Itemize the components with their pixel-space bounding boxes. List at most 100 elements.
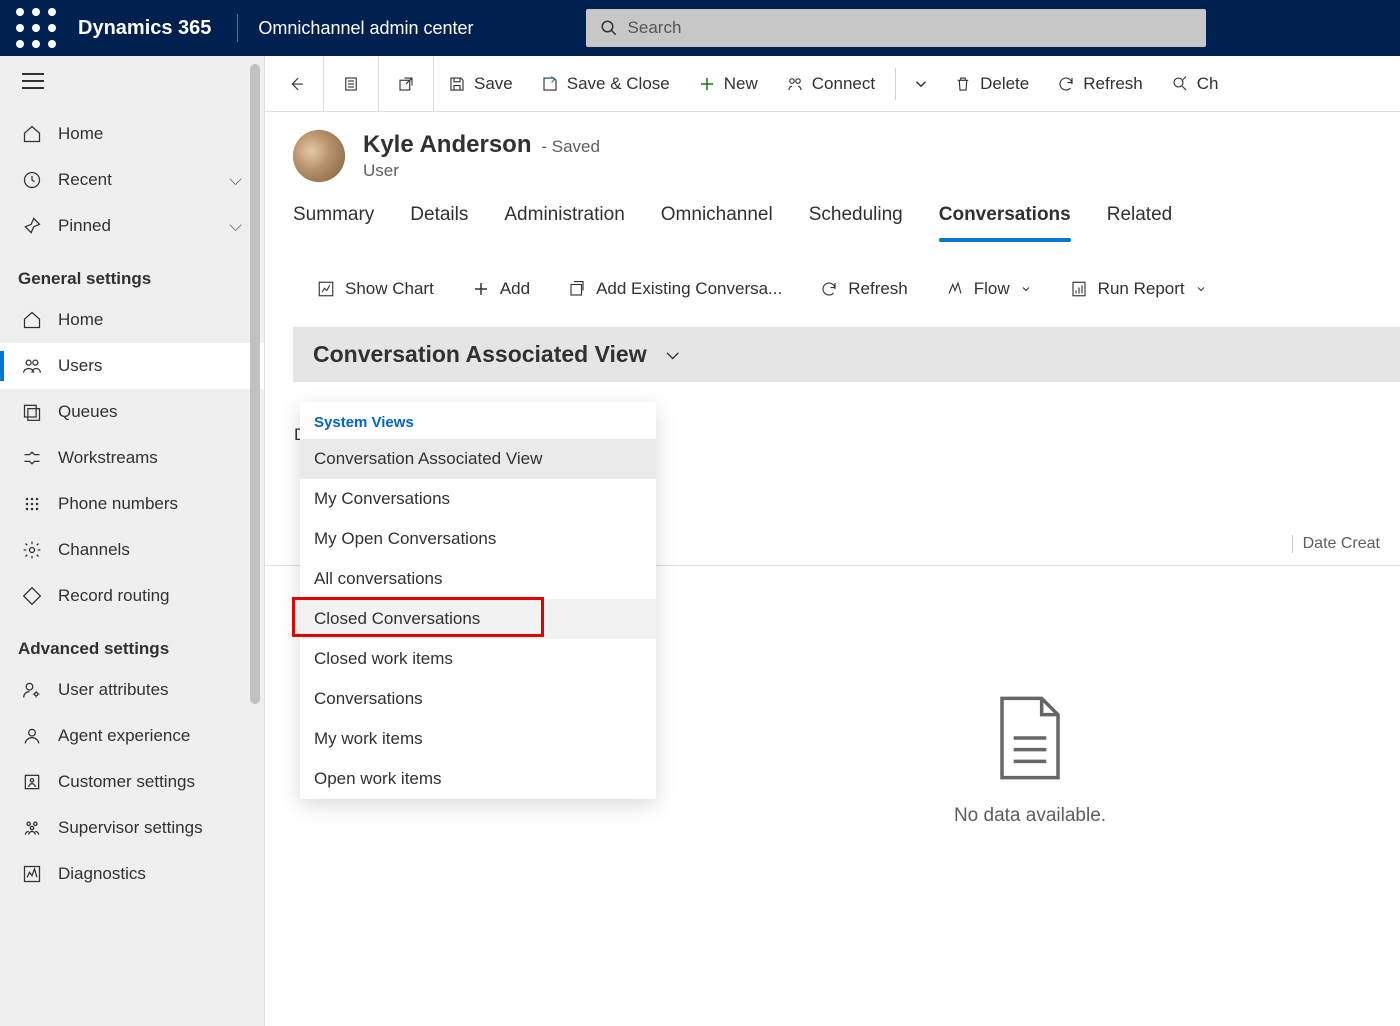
column-header-date-created[interactable]: Date Creat [1292, 535, 1380, 553]
chevron-down-icon [1020, 283, 1032, 295]
add-existing-button[interactable]: Add Existing Conversa... [552, 269, 798, 309]
refresh-button[interactable]: Refresh [1043, 56, 1157, 112]
back-button[interactable] [269, 56, 324, 112]
global-search[interactable] [586, 9, 1206, 47]
tab-related[interactable]: Related [1107, 204, 1173, 240]
home-icon [22, 124, 42, 144]
search-input[interactable] [628, 18, 1192, 38]
dropdown-option[interactable]: Open work items [300, 759, 656, 799]
flow-button[interactable]: Flow [930, 269, 1048, 309]
sidebar-item-channels[interactable]: Channels [0, 527, 264, 573]
tab-scheduling[interactable]: Scheduling [809, 204, 903, 240]
app-launcher-icon[interactable] [12, 0, 60, 56]
users-icon [22, 356, 42, 376]
record-type: User [363, 161, 600, 181]
sidebar-item-label: Diagnostics [58, 864, 146, 884]
sidebar-item-pinned[interactable]: Pinned ⌵ [0, 203, 264, 249]
grid-area: Date Creat No data available. [660, 445, 1400, 1026]
supervisor-icon [22, 818, 42, 838]
command-bar: Save Save & Close New Connect Delete [265, 56, 1400, 112]
save-button[interactable]: Save [434, 56, 527, 112]
refresh-icon [820, 280, 838, 298]
tab-administration[interactable]: Administration [504, 204, 624, 240]
dropdown-section-header: System Views [300, 402, 656, 439]
chevron-down-icon: ⌵ [229, 216, 242, 236]
sidebar-item-label: Phone numbers [58, 494, 178, 514]
cmd-label: Refresh [1083, 74, 1143, 94]
delete-button[interactable]: Delete [940, 56, 1043, 112]
connect-icon [786, 75, 804, 93]
dropdown-option-closed-conversations[interactable]: Closed Conversations [300, 599, 656, 639]
cmd-label: Ch [1197, 74, 1219, 94]
dropdown-option[interactable]: Closed work items [300, 639, 656, 679]
sidebar-item-supervisor-settings[interactable]: Supervisor settings [0, 805, 264, 851]
sidebar-item-customer-settings[interactable]: Customer settings [0, 759, 264, 805]
sidebar-item-workstreams[interactable]: Workstreams [0, 435, 264, 481]
tab-conversations[interactable]: Conversations [939, 204, 1071, 240]
empty-state: No data available. [954, 693, 1106, 827]
save-close-button[interactable]: Save & Close [527, 56, 684, 112]
refresh-subgrid-button[interactable]: Refresh [804, 269, 924, 309]
separator [895, 68, 896, 100]
connect-dropdown[interactable] [902, 56, 940, 112]
empty-state-text: No data available. [954, 805, 1106, 827]
sidebar-item-agent-experience[interactable]: Agent experience [0, 713, 264, 759]
diagnostics-icon [22, 864, 42, 884]
dropdown-option[interactable]: My work items [300, 719, 656, 759]
dropdown-option[interactable]: My Open Conversations [300, 519, 656, 559]
show-chart-button[interactable]: Show Chart [301, 269, 450, 309]
sidebar-item-label: Recent [58, 170, 112, 190]
sidebar-item-phone-numbers[interactable]: Phone numbers [0, 481, 264, 527]
sidebar-item-home[interactable]: Home [0, 111, 264, 157]
plus-icon [472, 280, 490, 298]
sidebar-item-label: Customer settings [58, 772, 195, 792]
sidebar-item-user-attributes[interactable]: User attributes [0, 667, 264, 713]
sidebar-item-home-2[interactable]: Home [0, 297, 264, 343]
sidebar-item-recent[interactable]: Recent ⌵ [0, 157, 264, 203]
dropdown-option[interactable]: My Conversations [300, 479, 656, 519]
sidebar-scrollbar[interactable] [250, 64, 260, 704]
divider [237, 14, 238, 42]
sidebar-item-queues[interactable]: Queues [0, 389, 264, 435]
subcmd-label: Refresh [848, 279, 908, 299]
subgrid-command-bar: Show Chart Add Add Existing Conversa... … [265, 241, 1400, 327]
delete-icon [954, 75, 972, 93]
tab-omnichannel[interactable]: Omnichannel [661, 204, 773, 240]
route-icon [22, 586, 42, 606]
sidebar-item-diagnostics[interactable]: Diagnostics [0, 851, 264, 897]
connect-button[interactable]: Connect [772, 56, 889, 112]
new-button[interactable]: New [684, 56, 772, 112]
run-report-button[interactable]: Run Report [1054, 269, 1223, 309]
report-icon [1070, 280, 1088, 298]
sidebar-item-label: Home [58, 124, 103, 144]
current-view-name: Conversation Associated View [313, 341, 647, 368]
search-icon [1171, 75, 1189, 93]
dropdown-option[interactable]: Conversation Associated View [300, 439, 656, 479]
sidebar-section-advanced: Advanced settings [0, 619, 264, 667]
refresh-icon [1057, 75, 1075, 93]
tab-details[interactable]: Details [410, 204, 468, 240]
check-button[interactable]: Ch [1157, 56, 1233, 112]
chevron-down-icon [912, 75, 930, 93]
dropdown-option[interactable]: All conversations [300, 559, 656, 599]
chevron-down-icon [1195, 283, 1207, 295]
record-status: - Saved [541, 137, 600, 156]
tab-summary[interactable]: Summary [293, 204, 374, 240]
view-selector[interactable]: Conversation Associated View ⌵ [293, 327, 1400, 382]
brand-title[interactable]: Dynamics 365 [60, 17, 229, 40]
agent-icon [22, 726, 42, 746]
subcmd-label: Flow [974, 279, 1010, 299]
clock-icon [22, 170, 42, 190]
sidebar-item-record-routing[interactable]: Record routing [0, 573, 264, 619]
add-button[interactable]: Add [456, 269, 546, 309]
dropdown-option[interactable]: Conversations [300, 679, 656, 719]
subcmd-label: Add Existing Conversa... [596, 279, 782, 299]
sidebar-item-users[interactable]: Users [0, 343, 264, 389]
cmd-label: New [724, 74, 758, 94]
open-new-window-icon[interactable] [379, 56, 434, 112]
app-title[interactable]: Omnichannel admin center [246, 18, 485, 39]
sidebar-section-general: General settings [0, 249, 264, 297]
pin-icon [22, 216, 42, 236]
hamburger-icon[interactable] [0, 56, 264, 111]
list-icon[interactable] [324, 56, 379, 112]
